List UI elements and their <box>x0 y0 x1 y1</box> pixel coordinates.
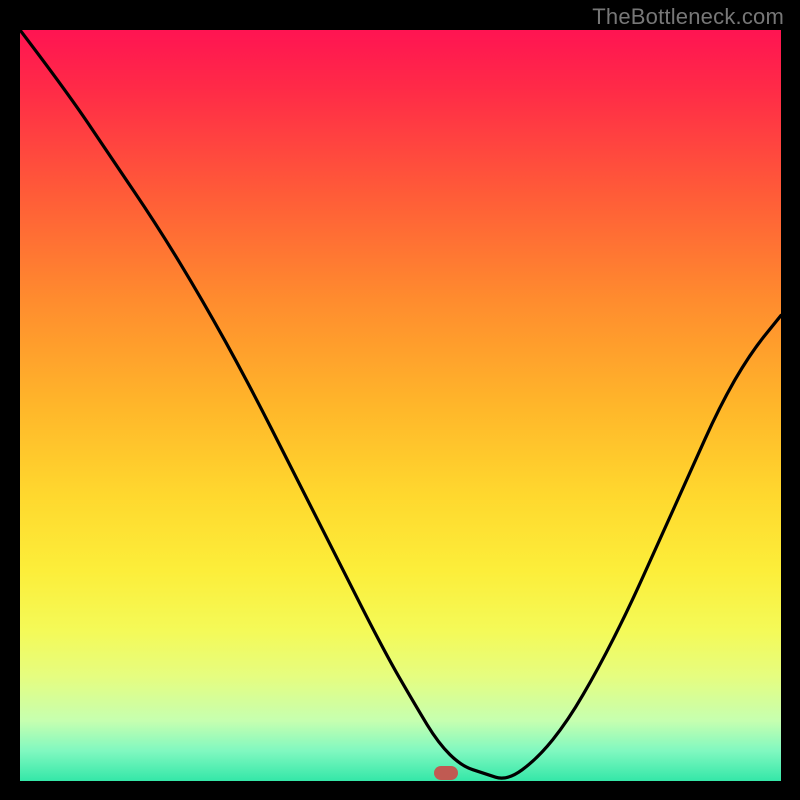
optimal-point-marker <box>434 766 458 780</box>
bottleneck-curve <box>20 30 781 781</box>
attribution-watermark: TheBottleneck.com <box>592 4 784 30</box>
chart-frame: TheBottleneck.com <box>0 0 800 800</box>
plot-area <box>20 30 781 781</box>
